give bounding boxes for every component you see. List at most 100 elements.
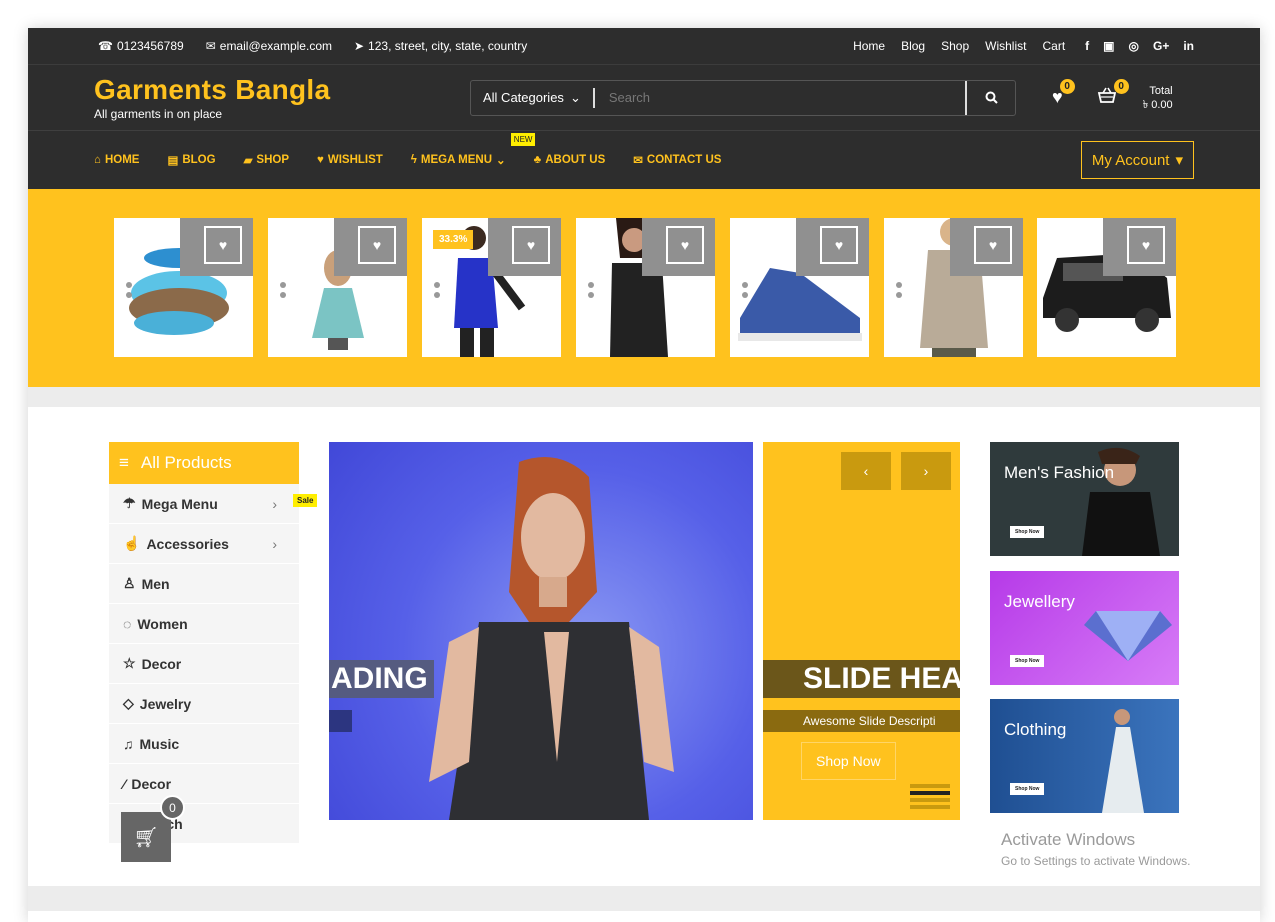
- envelope-icon: ✉: [205, 39, 216, 53]
- male-icon: ♙: [123, 575, 136, 591]
- hand-icon: ☝: [123, 535, 141, 551]
- heart-icon: ♥: [988, 237, 998, 253]
- product-card[interactable]: ♥ 33.3%: [422, 218, 561, 357]
- main-nav: ⌂ HOME ▤ BLOG ▰ SHOP ♥ WISHLIST ϟ MEGA MENU ⌄ N…: [28, 131, 1260, 189]
- nav-shop[interactable]: ▰ SHOP: [244, 153, 289, 167]
- hero-slide[interactable]: ‹ › SLIDE HEA Awesome Slide Descripti Sh…: [763, 442, 960, 820]
- slide-dots: [588, 282, 594, 302]
- wishlist-count-badge: 0: [1059, 79, 1075, 94]
- category-select[interactable]: All Categories ⌄: [471, 90, 593, 106]
- heart-icon: ♥: [834, 237, 844, 253]
- my-account-dropdown[interactable]: My Account ▾: [1080, 141, 1194, 179]
- sidebar-item-decor[interactable]: ☆ Decor: [109, 644, 299, 684]
- sidebar-item-mega-menu[interactable]: ☂ Mega Menu ›: [109, 484, 299, 524]
- top-link-wishlist[interactable]: Wishlist: [985, 39, 1026, 53]
- add-to-wishlist-button[interactable]: ♥: [1127, 226, 1165, 264]
- top-link-home[interactable]: Home: [853, 39, 885, 53]
- search-input[interactable]: [594, 90, 965, 105]
- product-carousel: ♥ ♥ ♥ 33.3% ♥ ♥ ♥ ♥: [28, 189, 1260, 387]
- google-plus-icon[interactable]: G+: [1153, 39, 1169, 53]
- hero-slide[interactable]: ADING: [329, 442, 753, 820]
- nav-mega-menu[interactable]: ϟ MEGA MENU ⌄ NEW: [410, 133, 536, 167]
- add-to-wishlist-button[interactable]: ♥: [820, 226, 858, 264]
- promo-shop-now-button[interactable]: Shop Now: [1010, 783, 1045, 795]
- all-products-header[interactable]: ≡ All Products: [109, 442, 299, 484]
- sidebar-item-women[interactable]: ◌ Women: [109, 604, 299, 644]
- shop-now-button[interactable]: Shop Now: [801, 742, 896, 780]
- top-link-cart[interactable]: Cart: [1042, 39, 1065, 53]
- nav-about-us[interactable]: ♣ ABOUT US: [534, 154, 606, 166]
- sidebar-item-label: Men: [141, 575, 170, 592]
- search-bar: All Categories ⌄: [470, 79, 1016, 116]
- promo-shop-now-button[interactable]: Shop Now: [1010, 526, 1045, 538]
- top-links: Home Blog Shop Wishlist Cart f ▣ ◎ G+ in: [853, 39, 1194, 53]
- envelope-icon: ✉: [633, 155, 643, 167]
- product-card[interactable]: ♥: [576, 218, 715, 357]
- shopping-cart-icon: 🛒︎: [133, 826, 159, 849]
- sidebar-item-decor-2[interactable]: ⁄ Decor: [109, 764, 299, 804]
- linkedin-icon[interactable]: in: [1183, 39, 1194, 53]
- chevron-left-icon: ‹: [863, 463, 869, 479]
- dress-model-image: [1102, 709, 1144, 813]
- nav-wishlist[interactable]: ♥ WISHLIST: [317, 154, 383, 166]
- nav-blog-label: BLOG: [182, 154, 216, 166]
- phone-number: 0123456789: [116, 39, 184, 53]
- sidebar-item-jewelry[interactable]: ◇ Jewelry: [109, 684, 299, 724]
- category-select-value: All Categories: [483, 90, 564, 105]
- wishlist-button[interactable]: ♥ 0: [1052, 79, 1075, 108]
- heart-icon: ♥: [218, 237, 228, 253]
- watermark-subtitle: Go to Settings to activate Windows.: [1001, 854, 1191, 868]
- sidebar-item-music[interactable]: ♫ Music: [109, 724, 299, 764]
- bolt-icon: ϟ: [410, 154, 417, 166]
- top-link-shop[interactable]: Shop: [941, 39, 969, 53]
- slider-pagination[interactable]: [910, 784, 950, 812]
- floating-cart-button[interactable]: 🛒︎ 0: [121, 795, 185, 862]
- promo-shop-now-button[interactable]: Shop Now: [1010, 655, 1045, 667]
- search-button[interactable]: [965, 80, 1015, 115]
- product-card[interactable]: ♥: [114, 218, 253, 357]
- nav-contact-us[interactable]: ✉ CONTACT US: [633, 153, 721, 167]
- product-card[interactable]: ♥: [268, 218, 407, 357]
- promo-jewellery[interactable]: Jewellery Shop Now: [990, 571, 1179, 685]
- add-to-wishlist-button[interactable]: ♥: [512, 226, 550, 264]
- cart-button[interactable]: 0: [1097, 79, 1129, 108]
- magic-wand-icon: ⁄: [123, 775, 126, 792]
- nav-blog[interactable]: ▤ BLOG: [167, 153, 215, 167]
- chevron-right-icon: ›: [272, 535, 277, 552]
- add-to-wishlist-button[interactable]: ♥: [204, 226, 242, 264]
- add-to-wishlist-button[interactable]: ♥: [974, 226, 1012, 264]
- brand[interactable]: Garments Bangla All garments in on place: [94, 74, 470, 121]
- sidebar-item-label: Decor: [141, 655, 182, 672]
- youtube-icon[interactable]: ▣: [1103, 39, 1114, 53]
- product-card[interactable]: ♥: [884, 218, 1023, 357]
- product-card[interactable]: ♥: [730, 218, 869, 357]
- promo-clothing[interactable]: Clothing Shop Now: [990, 699, 1179, 813]
- page: ☎ 0123456789 ✉ email@example.com ➤ 123, str…: [28, 28, 1260, 922]
- cart-count-badge: 0: [1113, 79, 1129, 94]
- add-to-wishlist-button[interactable]: ♥: [358, 226, 396, 264]
- nav-home[interactable]: ⌂ HOME: [94, 154, 139, 166]
- caret-down-icon: ▾: [1175, 152, 1183, 169]
- top-link-blog[interactable]: Blog: [901, 39, 925, 53]
- add-to-wishlist-button[interactable]: ♥: [666, 226, 704, 264]
- slider-next-button[interactable]: ›: [901, 452, 951, 490]
- sidebar-item-men[interactable]: ♙ Men: [109, 564, 299, 604]
- my-account-label: My Account: [1091, 151, 1170, 169]
- email-item[interactable]: ✉ email@example.com: [206, 39, 332, 53]
- instagram-icon[interactable]: ◎: [1129, 39, 1139, 53]
- nav-shop-label: SHOP: [256, 154, 290, 166]
- promo-mens-fashion[interactable]: Men's Fashion Shop Now: [990, 442, 1179, 556]
- chevron-right-icon: ›: [923, 463, 929, 479]
- facebook-icon[interactable]: f: [1085, 39, 1089, 53]
- contact-info: ☎ 0123456789 ✉ email@example.com ➤ 123, str…: [98, 39, 527, 53]
- nav-about-label: ABOUT US: [545, 154, 606, 166]
- chevron-right-icon: ›: [272, 495, 277, 512]
- nav-mega-menu-label: MEGA MENU: [420, 154, 493, 166]
- product-card[interactable]: ♥: [1037, 218, 1176, 357]
- brand-name[interactable]: Garments Bangla: [94, 74, 470, 105]
- phone-icon: ☎: [98, 39, 113, 53]
- sidebar-item-accessories[interactable]: ☝ Accessories ›: [109, 524, 299, 564]
- slider-prev-button[interactable]: ‹: [841, 452, 891, 490]
- diamond-icon: ◇: [123, 695, 134, 711]
- discount-badge: 33.3%: [433, 230, 474, 249]
